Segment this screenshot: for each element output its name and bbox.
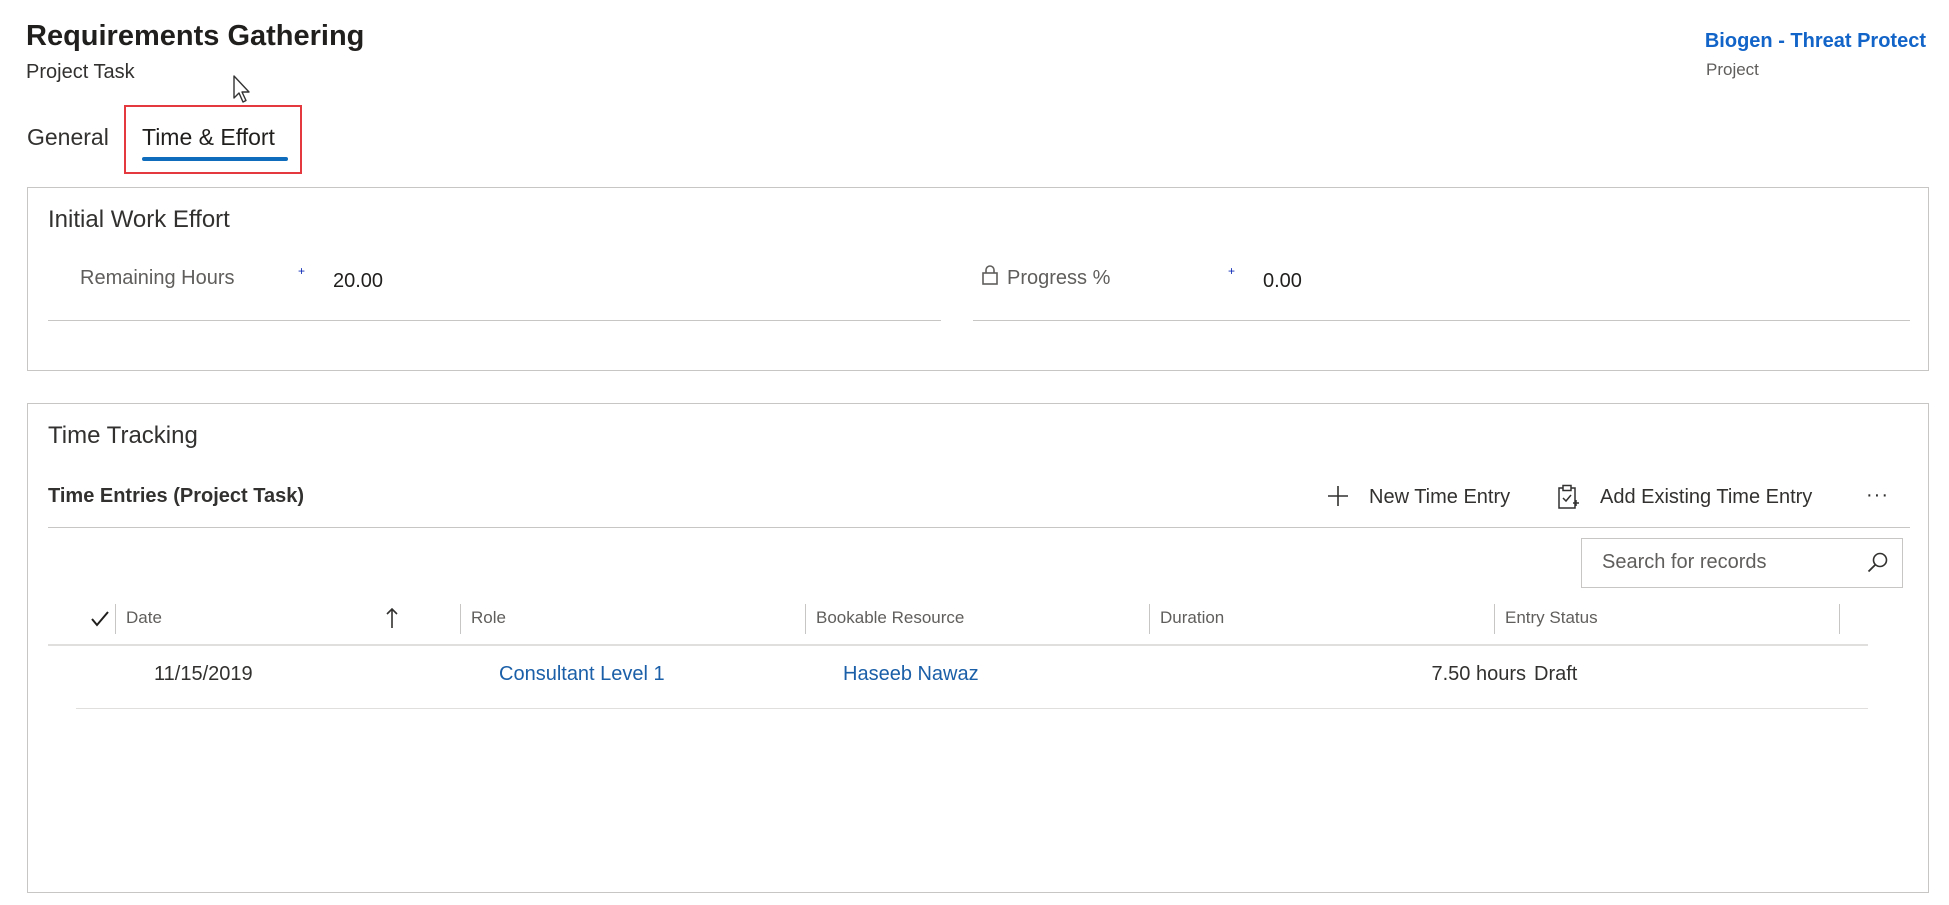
- search-box: [1581, 538, 1903, 588]
- select-all-checkmark-icon[interactable]: [90, 610, 110, 633]
- plus-icon: [1326, 484, 1350, 513]
- progress-label: Progress %: [1007, 267, 1111, 289]
- cell-entry-status: Draft: [1534, 663, 1578, 685]
- more-commands-button[interactable]: ···: [1866, 484, 1889, 507]
- add-existing-time-entry-button[interactable]: Add Existing Time Entry: [1555, 482, 1855, 516]
- required-indicator: +: [1228, 264, 1236, 278]
- new-time-entry-button[interactable]: New Time Entry: [1318, 482, 1558, 516]
- field-divider: [48, 320, 941, 321]
- tab-general[interactable]: General: [27, 124, 109, 151]
- project-link[interactable]: Biogen - Threat Protect: [1705, 30, 1926, 53]
- lock-icon: [981, 264, 999, 291]
- remaining-hours-label: Remaining Hours: [80, 267, 235, 289]
- column-header-bookable-resource[interactable]: Bookable Resource: [816, 608, 964, 628]
- tab-highlight-annotation: [124, 105, 302, 174]
- subgrid-divider: [48, 527, 1910, 528]
- section-title: Time Tracking: [48, 422, 198, 449]
- subgrid-title: Time Entries (Project Task): [48, 485, 305, 507]
- column-separator: [115, 604, 116, 634]
- section-title: Initial Work Effort: [48, 206, 230, 233]
- search-input[interactable]: [1602, 551, 1852, 574]
- new-time-entry-label: New Time Entry: [1369, 486, 1511, 508]
- sort-ascending-icon: [385, 606, 399, 635]
- column-header-entry-status[interactable]: Entry Status: [1505, 608, 1598, 628]
- mouse-cursor-icon: [232, 74, 252, 109]
- time-tracking-section: Time Tracking Time Entries (Project Task…: [27, 403, 1929, 893]
- table-row[interactable]: 11/15/2019 Consultant Level 1 Haseeb Naw…: [76, 644, 1868, 709]
- project-type-label: Project: [1706, 60, 1759, 79]
- grid-header-row: Date Role Bookable Resource Duration Ent…: [48, 596, 1868, 646]
- column-header-role[interactable]: Role: [471, 608, 506, 628]
- cell-role-link[interactable]: Consultant Level 1: [499, 663, 665, 686]
- initial-work-effort-section: Initial Work Effort Remaining Hours + 20…: [27, 187, 1929, 371]
- search-icon[interactable]: [1866, 551, 1890, 580]
- column-separator: [1494, 604, 1495, 634]
- remaining-hours-field[interactable]: 20.00: [333, 270, 383, 293]
- column-header-duration[interactable]: Duration: [1160, 608, 1224, 628]
- progress-field: 0.00: [1263, 270, 1302, 292]
- column-separator: [1839, 604, 1840, 634]
- cell-resource-link[interactable]: Haseeb Nawaz: [843, 663, 979, 686]
- page-title: Requirements Gathering: [26, 20, 365, 52]
- field-divider: [973, 320, 1910, 321]
- cell-duration: 7.50 hours: [1431, 663, 1526, 685]
- page-subtitle: Project Task: [26, 61, 135, 83]
- clipboard-add-icon: [1557, 484, 1579, 515]
- add-existing-time-entry-label: Add Existing Time Entry: [1600, 486, 1813, 508]
- column-separator: [460, 604, 461, 634]
- column-separator: [805, 604, 806, 634]
- column-header-date[interactable]: Date: [126, 608, 162, 628]
- cell-date: 11/15/2019: [154, 663, 253, 685]
- column-separator: [1149, 604, 1150, 634]
- required-indicator: +: [298, 264, 306, 278]
